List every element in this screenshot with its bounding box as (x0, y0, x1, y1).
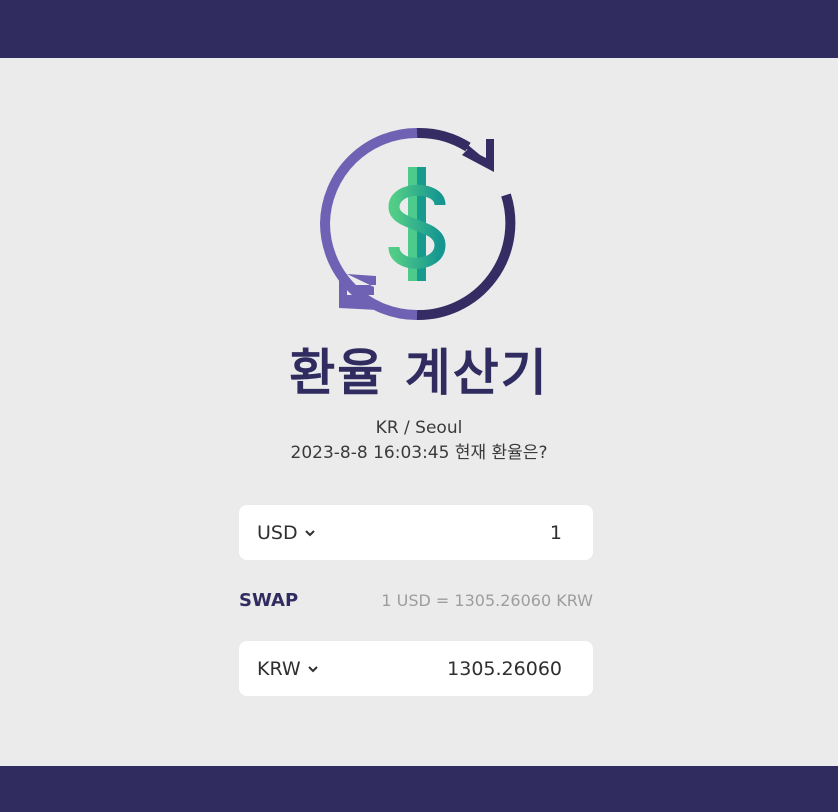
page-title: 환율 계산기 (289, 344, 549, 402)
chevron-down-icon (307, 665, 318, 672)
to-currency-label: KRW (257, 657, 301, 680)
to-amount-input[interactable]: 1305.26060 (447, 641, 562, 696)
to-currency-select[interactable]: KRW (257, 641, 319, 696)
from-currency-select[interactable]: USD (257, 505, 316, 560)
datetime-label: 2023-8-8 16:03:45 현재 환율은? (290, 443, 548, 463)
chevron-down-icon (304, 529, 315, 536)
from-currency-box: USD 1 (239, 505, 593, 560)
location-label: KR / Seoul (375, 418, 463, 438)
from-amount-input[interactable]: 1 (550, 505, 562, 560)
footer-bar (0, 766, 838, 812)
exchange-rate-text: 1 USD = 1305.26060 KRW (381, 591, 593, 610)
header-bar (0, 0, 838, 58)
currency-exchange-icon (319, 127, 516, 321)
swap-button[interactable]: SWAP (239, 589, 298, 613)
from-currency-label: USD (257, 521, 298, 544)
to-currency-box: KRW 1305.26060 (239, 641, 593, 696)
